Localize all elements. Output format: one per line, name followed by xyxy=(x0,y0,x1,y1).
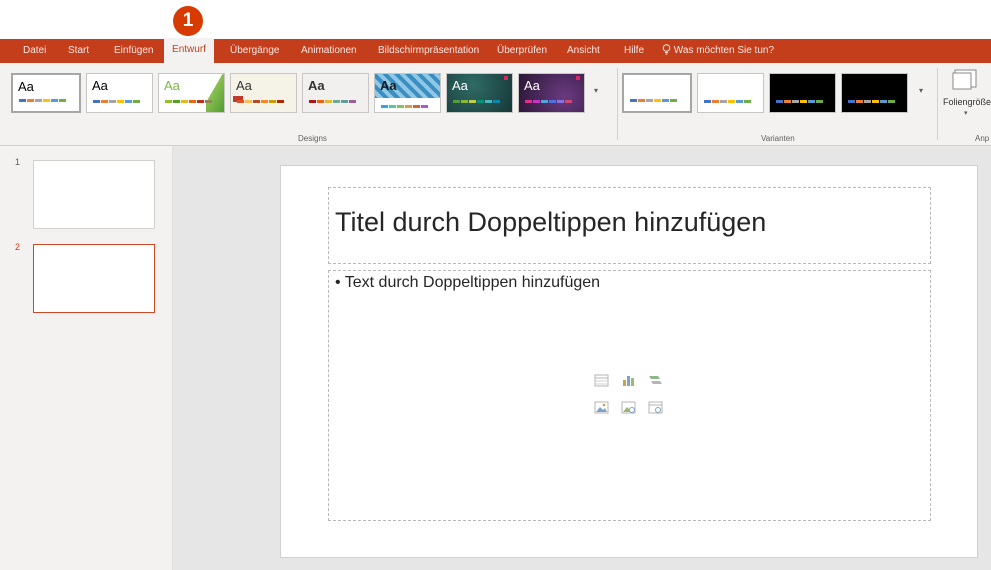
variant-palette xyxy=(704,100,751,103)
title-placeholder[interactable]: Titel durch Doppeltippen hinzufügen xyxy=(328,187,931,264)
insert-table-icon[interactable] xyxy=(594,374,609,387)
step-marker: 1 xyxy=(173,6,203,36)
designs-more-chevron-icon[interactable]: ▾ xyxy=(594,86,598,95)
tell-me-label: Was möchten Sie tun? xyxy=(673,45,775,56)
tab-hilfe[interactable]: Hilfe xyxy=(624,39,644,63)
theme-sample-text: Aa xyxy=(18,79,34,94)
tab-ueberpruefen[interactable]: Überprüfen xyxy=(497,39,547,63)
theme-sample-text: Aa xyxy=(380,78,397,93)
current-slide: Titel durch Doppeltippen hinzufügen • Te… xyxy=(280,165,978,558)
variant-palette xyxy=(848,100,895,103)
theme-sample-text: Aa xyxy=(308,78,325,93)
theme-sample-text: Aa xyxy=(164,78,180,93)
theme-accent-shape xyxy=(206,74,224,112)
theme-palette xyxy=(381,105,428,108)
tab-start[interactable]: Start xyxy=(68,39,89,63)
theme-dunkel-tuerkis[interactable]: Aa xyxy=(446,73,513,113)
tab-bildschirmpraesentation[interactable]: Bildschirmpräsentation xyxy=(378,39,479,63)
insert-video-icon[interactable] xyxy=(648,401,663,414)
insert-chart-icon[interactable] xyxy=(621,374,636,387)
slide-thumbnail-1[interactable] xyxy=(33,160,155,229)
theme-office-2[interactable]: Aa xyxy=(86,73,153,113)
tab-uebergaenge[interactable]: Übergänge xyxy=(230,39,279,63)
slide-thumbnail-2[interactable] xyxy=(33,244,155,313)
tab-ansicht[interactable]: Ansicht xyxy=(567,39,600,63)
variants-more-chevron-icon[interactable]: ▾ xyxy=(919,86,923,95)
tell-me-search[interactable]: Was möchten Sie tun? xyxy=(662,39,774,63)
theme-ion[interactable]: Aa xyxy=(302,73,369,113)
tab-animationen[interactable]: Animationen xyxy=(301,39,357,63)
group-label-designs: Designs xyxy=(298,134,327,143)
theme-sample-text: Aa xyxy=(524,78,540,93)
theme-palette xyxy=(309,100,356,103)
variant-palette xyxy=(776,100,823,103)
theme-bogen[interactable]: Aa xyxy=(230,73,297,113)
variant-4[interactable] xyxy=(841,73,908,113)
theme-sample-text: Aa xyxy=(236,78,252,93)
group-label-variants: Varianten xyxy=(761,134,795,143)
theme-facette[interactable]: Aa xyxy=(158,73,225,113)
theme-accent-shape xyxy=(504,76,508,80)
group-separator xyxy=(617,68,618,140)
theme-violett[interactable]: Aa xyxy=(518,73,585,113)
insert-smartart-icon[interactable] xyxy=(648,374,663,387)
variant-palette xyxy=(630,99,677,102)
content-placeholder-text: • Text durch Doppeltippen hinzufügen xyxy=(335,274,601,291)
slide-number: 2 xyxy=(15,242,21,252)
title-placeholder-text: Titel durch Doppeltippen hinzufügen xyxy=(335,207,767,237)
ribbon-tab-bar: Datei Start Einfügen Entwurf Übergänge A… xyxy=(0,38,991,63)
theme-sample-text: Aa xyxy=(92,78,108,93)
theme-muster[interactable]: Aa xyxy=(374,73,441,113)
slide-number: 1 xyxy=(15,157,21,167)
content-placeholder[interactable]: • Text durch Doppeltippen hinzufügen xyxy=(328,270,931,521)
tab-datei[interactable]: Datei xyxy=(23,39,46,63)
insert-online-picture-icon[interactable] xyxy=(621,401,636,414)
slide-size-icon[interactable] xyxy=(952,69,978,91)
variant-3[interactable] xyxy=(769,73,836,113)
theme-palette xyxy=(525,100,572,103)
lightbulb-icon xyxy=(662,44,671,55)
theme-palette xyxy=(93,100,140,103)
tab-entwurf[interactable]: Entwurf xyxy=(164,38,214,63)
tab-einfuegen[interactable]: Einfügen xyxy=(114,39,153,63)
theme-office[interactable]: Aa xyxy=(11,73,81,113)
group-separator xyxy=(937,68,938,140)
variant-1[interactable] xyxy=(622,73,692,113)
theme-accent-shape xyxy=(576,76,580,80)
slide-size-button[interactable]: Foliengröße xyxy=(943,97,991,107)
theme-sample-text: Aa xyxy=(452,78,468,93)
variant-2[interactable] xyxy=(697,73,764,113)
theme-palette xyxy=(453,100,500,103)
theme-palette xyxy=(165,100,212,103)
slide-size-chevron-icon[interactable]: ▾ xyxy=(964,109,968,117)
theme-palette xyxy=(19,99,66,102)
group-label-customize: Anp xyxy=(975,134,990,143)
insert-picture-icon[interactable] xyxy=(594,401,609,414)
theme-palette xyxy=(237,100,284,103)
